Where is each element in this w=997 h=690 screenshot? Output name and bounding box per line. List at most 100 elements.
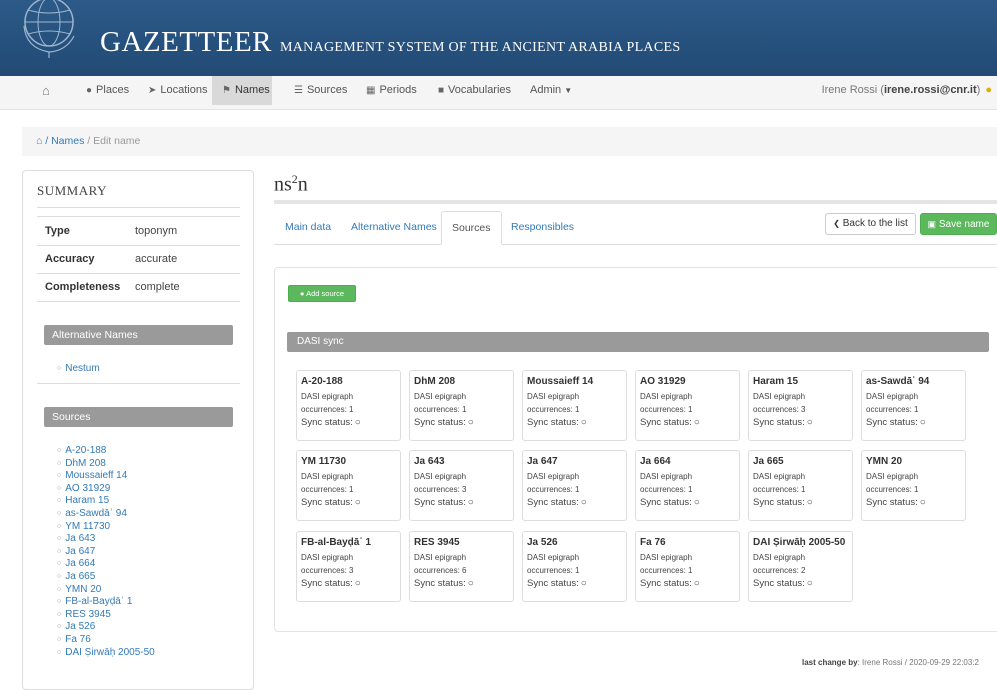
source-card-name: as-Sawdāʾ 94 <box>866 376 930 387</box>
source-card-sync-status: Sync status: ○ <box>640 416 739 430</box>
source-link[interactable]: Fa 76 <box>57 634 155 647</box>
source-card[interactable]: Ja 647 DASI epigraph occurrences: 1 Sync st… <box>522 450 627 521</box>
source-card-type: DASI epigraph <box>640 553 693 562</box>
source-card[interactable]: Ja 643 DASI epigraph occurrences: 3 Sync st… <box>409 450 514 521</box>
breadcrumb-home-icon[interactable]: ⌂ <box>36 135 42 147</box>
source-link[interactable]: Ja 526 <box>57 621 155 634</box>
add-source-button[interactable]: ● Add source <box>288 285 356 302</box>
tab-main-data[interactable]: Main data <box>275 211 341 245</box>
source-link[interactable]: A-20-188 <box>57 445 155 458</box>
source-card[interactable]: DAI Ṣirwāḥ 2005-50 DASI epigraph occurrenc… <box>748 531 853 602</box>
tab-sources[interactable]: Sources <box>441 211 502 245</box>
source-card[interactable]: Fa 76 DASI epigraph occurrences: 1 Sync sta… <box>635 531 740 602</box>
sync-status-icon: ○ <box>919 497 926 508</box>
source-card-type: DASI epigraph <box>301 472 354 481</box>
summary-value: complete <box>135 281 180 293</box>
save-name-label: Save name <box>938 219 990 230</box>
source-card-sync-status: Sync status: ○ <box>414 416 513 430</box>
tab-responsibles[interactable]: Responsibles <box>501 211 584 245</box>
source-card[interactable]: Ja 665 DASI epigraph occurrences: 1 Sync st… <box>748 450 853 521</box>
source-card-name: YMN 20 <box>866 456 903 467</box>
source-link[interactable]: FB-al-Bayḍāʾ 1 <box>57 596 155 609</box>
source-card[interactable]: YMN 20 DASI epigraph occurrences: 1 Sync st… <box>861 450 966 521</box>
save-name-button[interactable]: ▣ Save name <box>920 213 997 235</box>
sync-status-label: Sync status: <box>640 578 692 589</box>
source-link[interactable]: as-Sawdāʾ 94 <box>57 508 155 521</box>
source-card-type: DASI epigraph <box>866 392 919 401</box>
source-card-occurrences: occurrences: 1 <box>301 485 354 494</box>
source-card[interactable]: FB-al-Bayḍāʾ 1 DASI epigraph occurrences: … <box>296 531 401 602</box>
source-link[interactable]: RES 3945 <box>57 609 155 622</box>
source-card-type: DASI epigraph <box>527 392 580 401</box>
source-card[interactable]: DhM 208 DASI epigraph occurrences: 1 Sync s… <box>409 370 514 441</box>
sync-status-icon: ○ <box>580 578 587 589</box>
source-link[interactable]: Haram 15 <box>57 495 155 508</box>
source-link[interactable]: Ja 664 <box>57 558 155 571</box>
source-card-sync-status: Sync status: ○ <box>866 496 965 510</box>
source-card-type: DASI epigraph <box>753 472 806 481</box>
tags-icon: ⚑ <box>222 85 231 96</box>
summary-key: Accuracy <box>45 253 95 265</box>
source-link[interactable]: Ja 643 <box>57 533 155 546</box>
alternative-name-item[interactable]: Nestum <box>57 363 99 376</box>
source-card-sync-status: Sync status: ○ <box>414 577 513 591</box>
source-card-sync-status: Sync status: ○ <box>301 577 400 591</box>
summary-sidebar: SUMMARY Type toponym Accuracy accurate C… <box>22 170 254 690</box>
source-card[interactable]: Ja 664 DASI epigraph occurrences: 1 Sync st… <box>635 450 740 521</box>
source-link[interactable]: Moussaieff 14 <box>57 470 155 483</box>
nav-locations[interactable]: ➤ Locations <box>144 76 211 105</box>
source-card-type: DASI epigraph <box>866 472 919 481</box>
source-card[interactable]: A-20-188 DASI epigraph occurrences: 1 Sync … <box>296 370 401 441</box>
source-card[interactable]: Ja 526 DASI epigraph occurrences: 1 Sync st… <box>522 531 627 602</box>
source-card-name: DAI Ṣirwāḥ 2005-50 <box>753 537 846 548</box>
sync-status-icon: ○ <box>580 497 587 508</box>
nav-vocabularies[interactable]: ■ Vocabularies <box>434 76 515 105</box>
tab-alternative-names[interactable]: Alternative Names <box>341 211 447 245</box>
plus-circle-icon: ● <box>299 289 305 298</box>
source-card[interactable]: YM 11730 DASI epigraph occurrences: 1 Sync … <box>296 450 401 521</box>
nav-periods[interactable]: ▦ Periods <box>362 76 421 105</box>
sync-status-icon: ○ <box>467 417 474 428</box>
source-link[interactable]: Ja 665 <box>57 571 155 584</box>
source-link[interactable]: YM 11730 <box>57 521 155 534</box>
back-to-list-button[interactable]: ❮ Back to the list <box>825 213 916 235</box>
nav-admin-label: Admin <box>530 84 562 96</box>
nav-home[interactable]: ⌂ <box>38 76 58 105</box>
map-marker-icon: ● <box>86 85 93 96</box>
sync-status-label: Sync status: <box>301 497 353 508</box>
source-link[interactable]: Ja 647 <box>57 546 155 559</box>
source-link[interactable]: DhM 208 <box>57 458 155 471</box>
divider <box>37 301 240 302</box>
nav-locations-label: Locations <box>160 84 208 96</box>
source-card[interactable]: RES 3945 DASI epigraph occurrences: 6 Sync … <box>409 531 514 602</box>
sync-status-icon: ○ <box>467 578 474 589</box>
source-card-occurrences: occurrences: 1 <box>301 405 354 414</box>
caret-down-icon: ▼ <box>564 86 573 95</box>
source-card[interactable]: Haram 15 DASI epigraph occurrences: 3 Sync … <box>748 370 853 441</box>
user-email: irene.rossi@cnr.it <box>883 84 977 96</box>
source-card[interactable]: AO 31929 DASI epigraph occurrences: 1 Sync … <box>635 370 740 441</box>
nav-places[interactable]: ● Places <box>82 76 133 105</box>
source-link[interactable]: YMN 20 <box>57 584 155 597</box>
source-card-occurrences: occurrences: 6 <box>414 566 467 575</box>
source-link[interactable]: DAI Ṣirwāḥ 2005-50 <box>57 647 155 660</box>
sync-status-label: Sync status: <box>527 417 579 428</box>
sync-status-label: Sync status: <box>640 417 692 428</box>
source-card[interactable]: Moussaieff 14 DASI epigraph occurrences: 1… <box>522 370 627 441</box>
source-card-type: DASI epigraph <box>527 553 580 562</box>
sync-status-icon: ○ <box>919 417 926 428</box>
source-card-sync-status: Sync status: ○ <box>866 416 965 430</box>
nav-names[interactable]: ⚑ Names <box>212 76 272 105</box>
nav-admin[interactable]: Admin ▼ <box>526 76 576 105</box>
nav-periods-label: Periods <box>379 84 417 96</box>
source-link[interactable]: AO 31929 <box>57 483 155 496</box>
source-card[interactable]: as-Sawdāʾ 94 DASI epigraph occurrences: 1 S… <box>861 370 966 441</box>
sync-status-label: Sync status: <box>640 497 692 508</box>
source-card-sync-status: Sync status: ○ <box>301 496 400 510</box>
source-card-occurrences: occurrences: 3 <box>414 485 467 494</box>
unlock-icon[interactable]: ● <box>985 84 992 96</box>
app-header: GAZETTEER MANAGEMENT SYSTEM OF THE ANCIEN… <box>0 0 997 76</box>
nav-sources[interactable]: ☰ Sources <box>290 76 351 105</box>
user-menu[interactable]: Irene Rossi (irene.rossi@cnr.it) ● <box>822 76 992 105</box>
breadcrumb-names-link[interactable]: / Names <box>45 135 84 147</box>
